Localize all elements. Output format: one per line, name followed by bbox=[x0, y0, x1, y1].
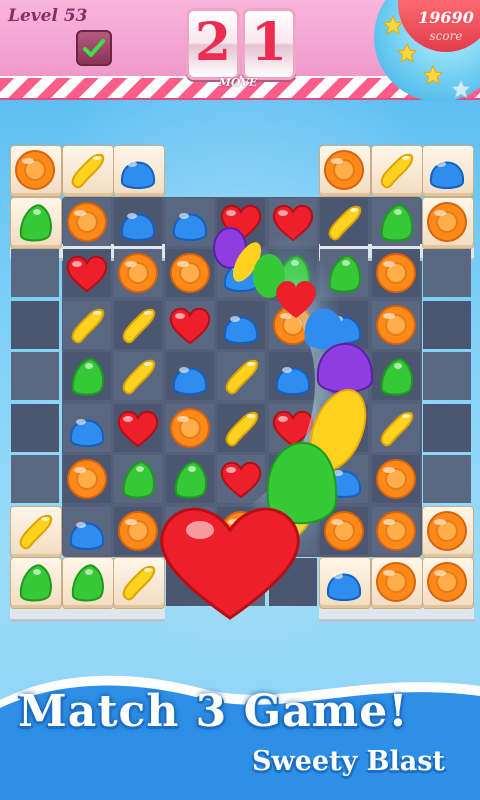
yellow-jellybean[interactable] bbox=[11, 507, 59, 555]
red-heart[interactable] bbox=[166, 301, 214, 349]
banner-title: Match 3 Game! bbox=[18, 686, 409, 737]
orange-candy[interactable] bbox=[423, 558, 471, 606]
green-gumdrop[interactable] bbox=[11, 198, 59, 246]
moves-label: MOVE bbox=[218, 76, 258, 89]
board-cell bbox=[423, 455, 471, 503]
yellow-jellybean[interactable] bbox=[269, 507, 317, 555]
orange-candy[interactable] bbox=[63, 455, 111, 503]
score-label: score bbox=[429, 29, 463, 43]
orange-candy[interactable] bbox=[372, 455, 420, 503]
orange-candy[interactable] bbox=[372, 558, 420, 606]
orange-candy[interactable] bbox=[114, 507, 162, 555]
star-icon bbox=[396, 42, 418, 63]
orange-candy[interactable] bbox=[320, 507, 368, 555]
orange-candy[interactable] bbox=[217, 507, 265, 555]
blue-gumdrop[interactable] bbox=[63, 404, 111, 452]
moves-digit-1: 2 bbox=[186, 8, 240, 80]
orange-candy[interactable] bbox=[423, 507, 471, 555]
orange-candy[interactable] bbox=[166, 404, 214, 452]
board-cell bbox=[165, 558, 214, 606]
red-heart[interactable] bbox=[166, 507, 214, 555]
green-gumdrop[interactable] bbox=[166, 455, 214, 503]
score-panel: 19690 score bbox=[368, 0, 480, 108]
star-empty-icon bbox=[450, 78, 472, 99]
orange-candy[interactable] bbox=[372, 301, 420, 349]
blue-gumdrop[interactable] bbox=[217, 301, 265, 349]
board-cell bbox=[11, 300, 59, 349]
orange-candy[interactable] bbox=[320, 146, 368, 194]
yellow-jellybean[interactable] bbox=[372, 404, 420, 452]
yellow-jellybean[interactable] bbox=[320, 404, 368, 452]
star-icon bbox=[422, 64, 444, 85]
orange-candy[interactable] bbox=[166, 249, 214, 297]
green-gumdrop[interactable] bbox=[372, 352, 420, 400]
yellow-jellybean[interactable] bbox=[320, 198, 368, 246]
red-heart[interactable] bbox=[63, 249, 111, 297]
red-heart[interactable] bbox=[217, 455, 265, 503]
blue-gumdrop[interactable] bbox=[114, 146, 162, 194]
blue-gumdrop[interactable] bbox=[217, 249, 265, 297]
orange-candy[interactable] bbox=[269, 301, 317, 349]
board-cell bbox=[423, 300, 471, 349]
yellow-jellybean[interactable] bbox=[63, 146, 111, 194]
yellow-jellybean[interactable] bbox=[63, 301, 111, 349]
blue-gumdrop[interactable] bbox=[269, 352, 317, 400]
green-gumdrop[interactable] bbox=[269, 455, 317, 503]
green-gumdrop[interactable] bbox=[320, 249, 368, 297]
orange-candy[interactable] bbox=[423, 198, 471, 246]
board-cell bbox=[217, 558, 265, 606]
moves-counter: 2 1 MOVE bbox=[182, 2, 296, 90]
board-cell bbox=[423, 352, 471, 400]
board-cell bbox=[268, 558, 317, 606]
level-label: Level 53 bbox=[8, 6, 88, 26]
yellow-jellybean[interactable] bbox=[372, 146, 420, 194]
orange-candy[interactable] bbox=[63, 198, 111, 246]
green-gumdrop[interactable] bbox=[63, 558, 111, 606]
green-gumdrop[interactable] bbox=[114, 455, 162, 503]
orange-candy[interactable] bbox=[114, 249, 162, 297]
moves-digit-2: 1 bbox=[242, 8, 296, 80]
blue-gumdrop[interactable] bbox=[63, 507, 111, 555]
banner-subtitle: Sweety Blast bbox=[252, 746, 445, 777]
blue-gumdrop[interactable] bbox=[114, 198, 162, 246]
board-cell bbox=[423, 403, 471, 452]
red-heart[interactable] bbox=[217, 198, 265, 246]
checkmark-icon bbox=[83, 39, 105, 57]
yellow-jellybean[interactable] bbox=[217, 352, 265, 400]
orange-candy[interactable] bbox=[372, 507, 420, 555]
green-gumdrop[interactable] bbox=[269, 249, 317, 297]
board-cell bbox=[11, 403, 59, 452]
red-heart[interactable] bbox=[269, 404, 317, 452]
purple-gumdrop[interactable] bbox=[320, 352, 368, 400]
yellow-jellybean[interactable] bbox=[114, 558, 162, 606]
blue-gumdrop[interactable] bbox=[320, 301, 368, 349]
orange-candy[interactable] bbox=[11, 146, 59, 194]
green-gumdrop[interactable] bbox=[63, 352, 111, 400]
blue-gumdrop[interactable] bbox=[423, 146, 471, 194]
board-cell bbox=[423, 249, 471, 297]
yellow-jellybean[interactable] bbox=[114, 352, 162, 400]
red-heart[interactable] bbox=[269, 198, 317, 246]
board-cell bbox=[11, 249, 59, 297]
blue-gumdrop[interactable] bbox=[166, 198, 214, 246]
green-gumdrop[interactable] bbox=[11, 558, 59, 606]
orange-candy[interactable] bbox=[372, 249, 420, 297]
yellow-jellybean[interactable] bbox=[217, 404, 265, 452]
blue-gumdrop[interactable] bbox=[166, 352, 214, 400]
objective-check-button[interactable] bbox=[76, 30, 112, 66]
score-value: 19690 bbox=[418, 8, 474, 27]
yellow-jellybean[interactable] bbox=[114, 301, 162, 349]
board-cell bbox=[11, 455, 59, 503]
green-gumdrop[interactable] bbox=[372, 198, 420, 246]
board-cell bbox=[11, 352, 59, 400]
blue-gumdrop[interactable] bbox=[320, 558, 368, 606]
red-heart[interactable] bbox=[114, 404, 162, 452]
blue-gumdrop[interactable] bbox=[320, 455, 368, 503]
